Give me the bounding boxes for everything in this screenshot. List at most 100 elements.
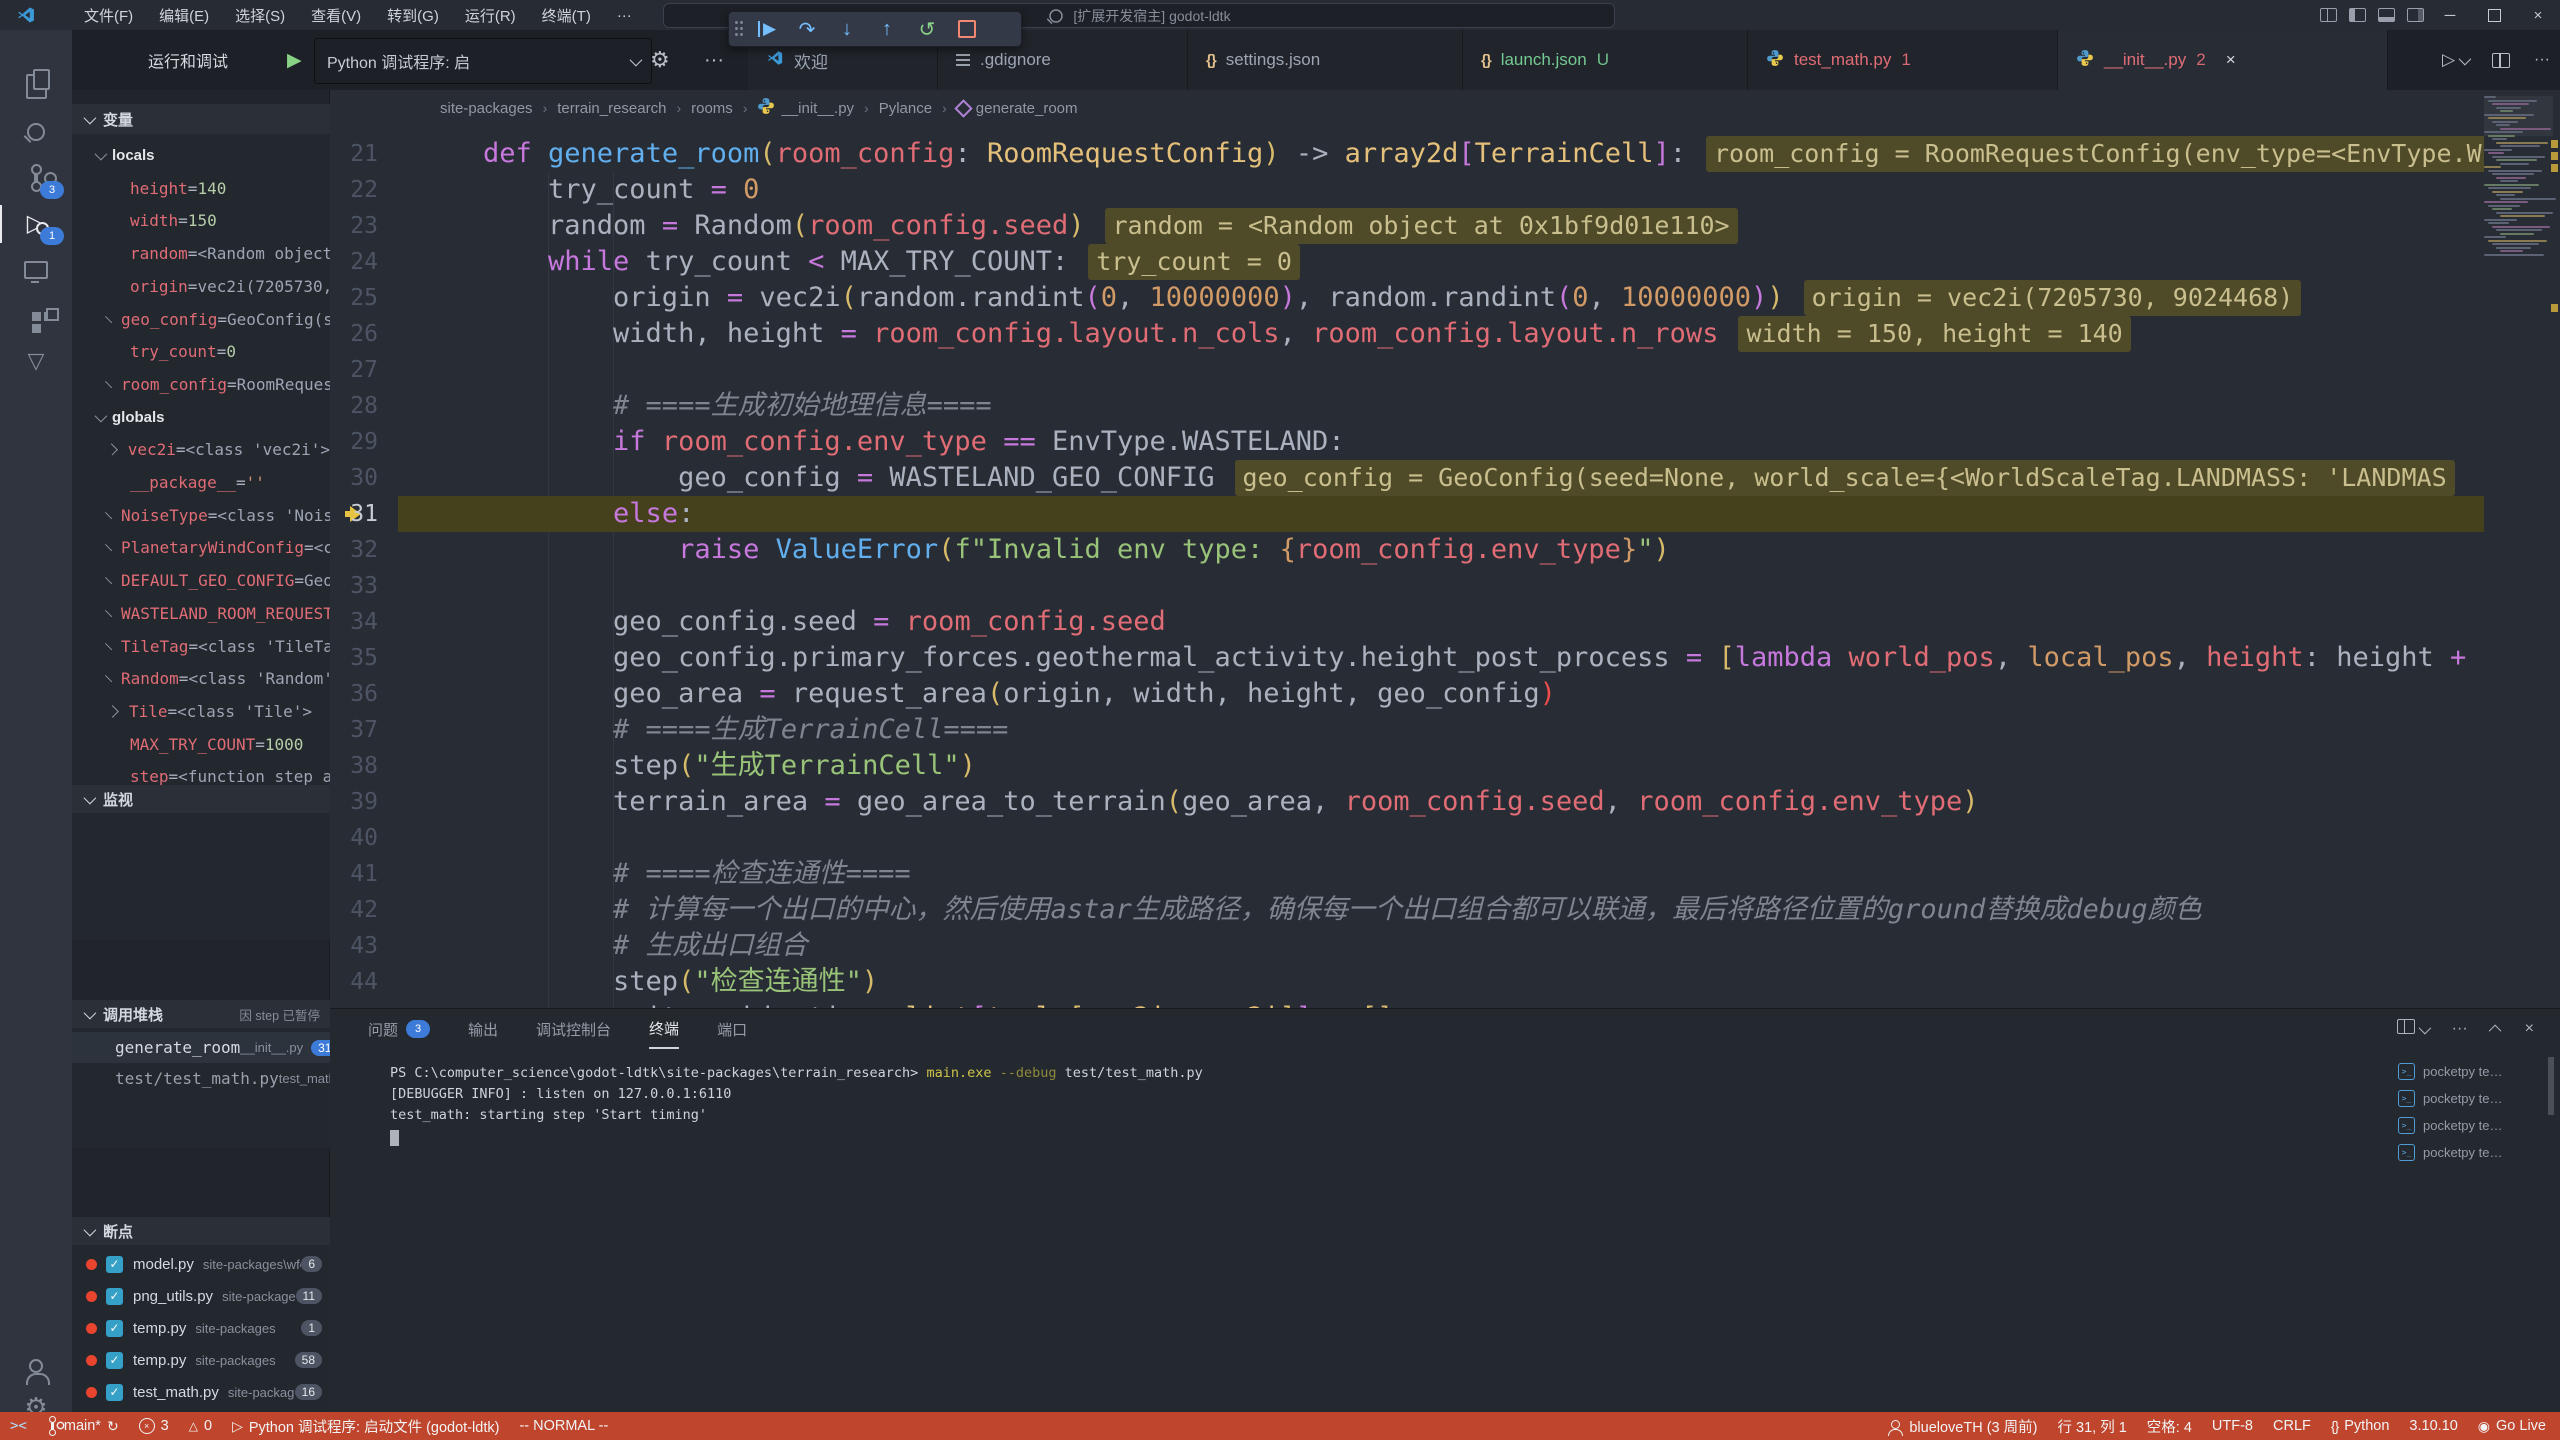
expand-chevron-icon[interactable] <box>105 544 112 551</box>
breadcrumb-item[interactable]: __init__.py <box>757 97 854 119</box>
activity-item-search[interactable] <box>0 109 72 155</box>
status-item[interactable]: ◉Go Live <box>2478 1418 2546 1435</box>
menu-item[interactable]: ··· <box>617 7 632 24</box>
section-watch-header[interactable]: 监视 <box>72 785 330 813</box>
line-number[interactable]: 26 <box>330 316 378 352</box>
variable-row[interactable]: locals <box>72 139 330 172</box>
code-line[interactable]: 32 raise ValueError(f"Invalid env type: … <box>330 532 2484 568</box>
terminal-session-item[interactable]: >_pocketpy te… <box>2398 1140 2548 1164</box>
line-number[interactable]: 44 <box>330 964 378 1000</box>
minimize-button[interactable]: ─ <box>2428 0 2472 30</box>
breadcrumb-item[interactable]: rooms <box>691 100 733 117</box>
variable-row[interactable]: try_count = 0 <box>72 335 330 368</box>
watch-pane[interactable] <box>72 813 330 940</box>
code-line[interactable]: 34 geo_config.seed = room_config.seed <box>330 604 2484 640</box>
debug-settings-gear[interactable]: ⚙ <box>650 30 670 90</box>
line-number[interactable]: 25 <box>330 280 378 316</box>
close-tab-icon[interactable]: × <box>2226 50 2236 70</box>
status-item[interactable]: >< <box>10 1418 27 1434</box>
debug-toolbar-drag-grip[interactable] <box>729 12 747 46</box>
minimap[interactable] <box>2484 96 2553 268</box>
expand-chevron-icon[interactable] <box>105 675 112 682</box>
line-number[interactable]: 45 <box>330 1000 378 1008</box>
line-number[interactable]: 30 <box>330 460 378 496</box>
split-editor-icon[interactable] <box>2492 53 2510 68</box>
line-number[interactable]: 31 <box>330 496 378 532</box>
activity-item-remote[interactable] <box>0 247 72 293</box>
status-item[interactable]: {}Python <box>2331 1418 2390 1434</box>
variable-row[interactable]: PlanetaryWindConfig = <class 'Planeta… <box>72 531 330 564</box>
editor-more-actions[interactable]: ··· <box>2534 51 2550 69</box>
code-line[interactable]: 35 geo_config.primary_forces.geothermal_… <box>330 640 2484 676</box>
code-line[interactable]: 40 <box>330 820 2484 856</box>
line-number[interactable]: 42 <box>330 892 378 928</box>
breadcrumb-item[interactable]: terrain_research <box>557 100 666 117</box>
status-item[interactable]: 3.10.10 <box>2409 1418 2457 1434</box>
expand-chevron-icon[interactable] <box>95 409 108 422</box>
code-line[interactable]: 33 <box>330 568 2484 604</box>
breadcrumb-item[interactable]: generate_room <box>957 100 1078 117</box>
code-line[interactable]: 30 geo_config = WASTELAND_GEO_CONFIGgeo_… <box>330 460 2484 496</box>
split-terminal-button[interactable] <box>2397 1019 2428 1039</box>
variable-row[interactable]: height = 140 <box>72 172 330 205</box>
section-breakpoints-header[interactable]: 断点 <box>72 1217 330 1245</box>
variable-row[interactable]: NoiseType = <class 'NoiseType'> <box>72 499 330 532</box>
maximize-panel-icon[interactable] <box>2488 1024 2501 1037</box>
variable-row[interactable]: Random = <class 'Random'> <box>72 662 330 695</box>
debug-config-dropdown[interactable]: Python 调试程序: 启 <box>314 38 652 84</box>
expand-chevron-icon[interactable] <box>105 381 112 388</box>
code-line[interactable]: 29 if room_config.env_type == EnvType.WA… <box>330 424 2484 460</box>
line-number[interactable]: 28 <box>330 388 378 424</box>
breadcrumb-item[interactable]: Pylance <box>879 100 932 117</box>
line-number[interactable]: 23 <box>330 208 378 244</box>
breakpoint-checkbox[interactable]: ✓ <box>106 1288 123 1305</box>
expand-chevron-icon[interactable] <box>95 148 108 161</box>
line-number[interactable]: 35 <box>330 640 378 676</box>
maximize-button[interactable] <box>2472 0 2516 30</box>
code-line[interactable]: 21def generate_room(room_config: RoomReq… <box>330 136 2484 172</box>
line-number[interactable]: 22 <box>330 172 378 208</box>
line-number[interactable]: 24 <box>330 244 378 280</box>
expand-chevron-icon[interactable] <box>105 610 112 617</box>
code-line[interactable]: 37 # ====生成TerrainCell==== <box>330 712 2484 748</box>
code-editor[interactable]: 2021def generate_room(room_config: RoomR… <box>330 126 2484 1008</box>
variable-row[interactable]: globals <box>72 401 330 434</box>
variable-row[interactable]: TileTag = <class 'TileTag'> <box>72 630 330 663</box>
status-item[interactable]: △0 <box>189 1418 212 1434</box>
breakpoint-checkbox[interactable]: ✓ <box>106 1352 123 1369</box>
menu-item[interactable]: 转到(G) <box>387 5 439 26</box>
terminal-session-item[interactable]: >_pocketpy te… <box>2398 1059 2548 1083</box>
breakpoint-checkbox[interactable]: ✓ <box>106 1256 123 1273</box>
line-number[interactable]: 40 <box>330 820 378 856</box>
panel-tab-输出[interactable]: 输出 <box>468 1009 498 1049</box>
line-number[interactable]: 34 <box>330 604 378 640</box>
debug-restart-button[interactable]: ↺ <box>907 12 947 46</box>
line-number[interactable]: 29 <box>330 424 378 460</box>
code-line[interactable]: 45 exit_combinations:list[tuple[vec2i, v… <box>330 1000 2484 1008</box>
breadcrumb-item[interactable]: site-packages <box>440 100 533 117</box>
menu-item[interactable]: 运行(R) <box>465 5 516 26</box>
activity-item-account[interactable] <box>0 1343 72 1389</box>
breakpoint-row[interactable]: ✓model.pysite-packages\wfc6 <box>72 1248 330 1280</box>
status-item[interactable]: 行 31, 列 1 <box>2057 1416 2126 1437</box>
call-stack-frame[interactable]: test/test_math.pytest_math.py16:1 <box>72 1063 330 1094</box>
line-number[interactable]: 36 <box>330 676 378 712</box>
line-number[interactable]: 21 <box>330 136 378 172</box>
variable-row[interactable]: vec2i = <class 'vec2i'> <box>72 433 330 466</box>
line-number[interactable]: 20 <box>330 126 378 136</box>
toggle-sidebar-icon[interactable] <box>2349 8 2366 22</box>
line-number[interactable]: 32 <box>330 532 378 568</box>
line-number[interactable]: 37 <box>330 712 378 748</box>
terminal-session-item[interactable]: >_pocketpy te… <box>2398 1086 2548 1110</box>
variable-row[interactable]: geo_config = GeoConfig(seed=None, wor… <box>72 303 330 336</box>
toggle-secondary-sidebar-icon[interactable] <box>2407 8 2424 22</box>
expand-chevron-icon[interactable] <box>105 642 112 649</box>
menu-item[interactable]: 选择(S) <box>235 5 285 26</box>
code-line[interactable]: 22 try_count = 0 <box>330 172 2484 208</box>
debug-more-actions[interactable]: ··· <box>704 30 724 90</box>
code-line[interactable]: 41 # ====检查连通性==== <box>330 856 2484 892</box>
expand-chevron-icon[interactable] <box>105 512 112 519</box>
panel-tab-端口[interactable]: 端口 <box>717 1009 747 1049</box>
breakpoint-checkbox[interactable]: ✓ <box>106 1320 123 1337</box>
line-number[interactable]: 41 <box>330 856 378 892</box>
